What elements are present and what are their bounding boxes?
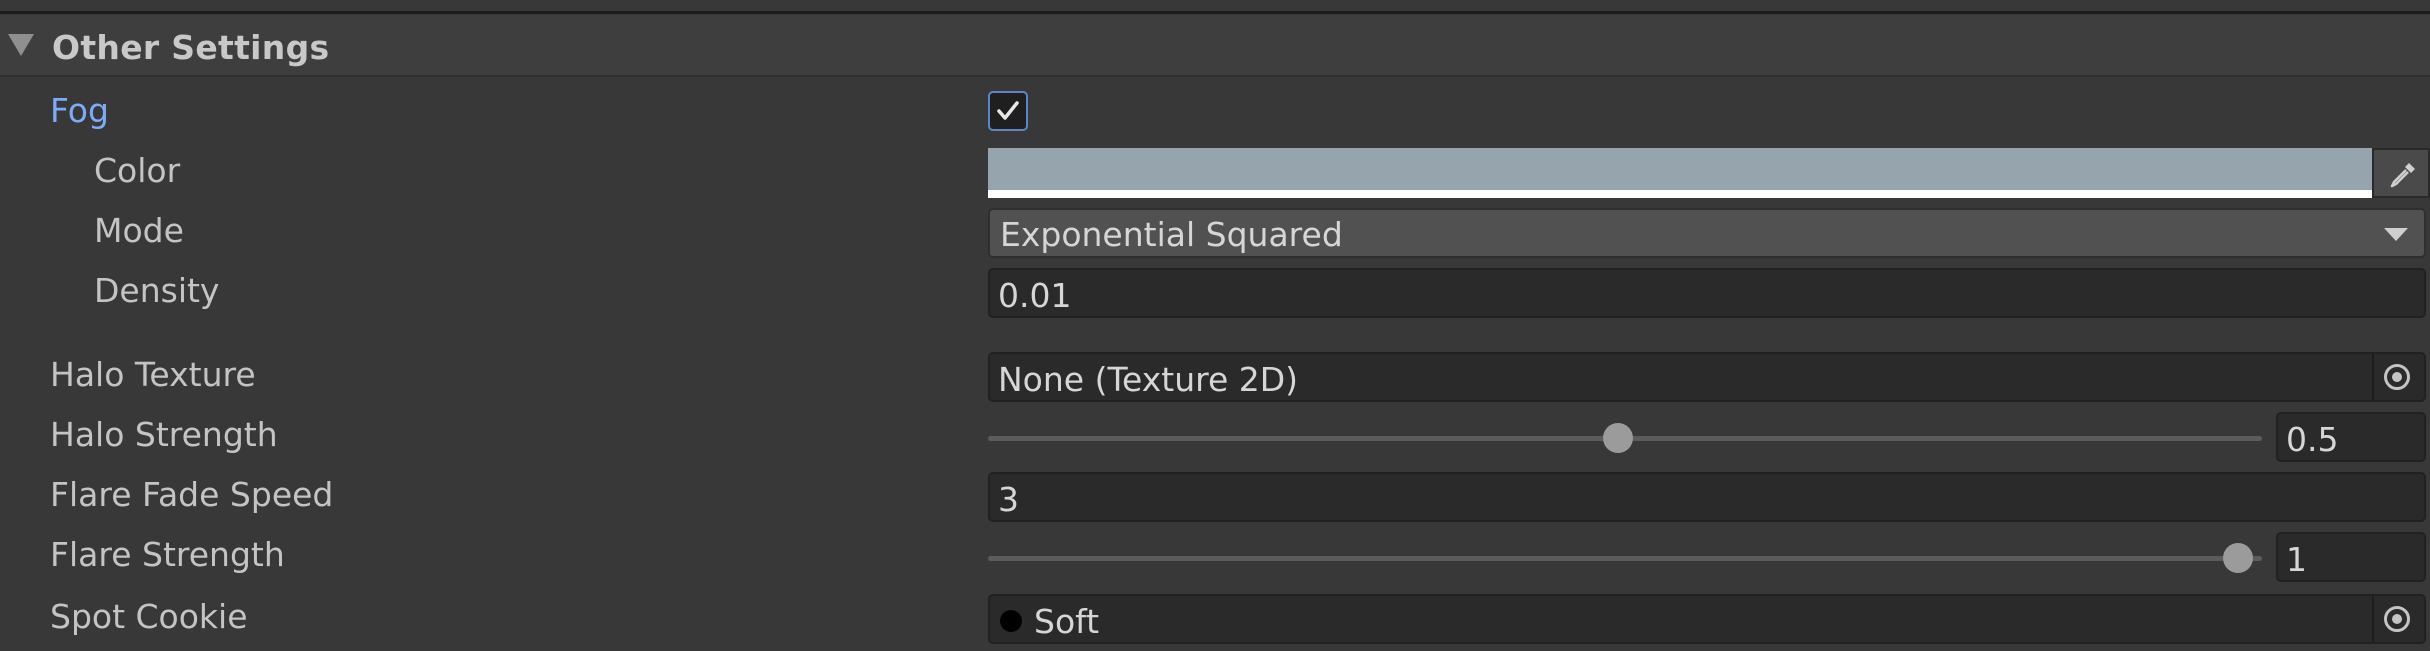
eyedropper-button[interactable]	[2372, 148, 2430, 198]
halo-strength-label: Halo Strength	[50, 415, 278, 454]
fog-density-row: Density 0.01	[0, 268, 2430, 320]
spot-cookie-value: Soft	[1034, 602, 1100, 641]
object-picker-dot	[2392, 614, 2402, 624]
halo-texture-picker-button[interactable]	[2372, 354, 2424, 400]
fog-color-field[interactable]	[988, 148, 2372, 198]
halo-strength-slider-thumb[interactable]	[1603, 423, 1633, 453]
fog-row: Fog	[0, 88, 2430, 138]
halo-strength-value: 0.5	[2286, 420, 2339, 459]
flare-strength-row: Flare Strength 1	[0, 532, 2430, 584]
halo-texture-label: Halo Texture	[50, 355, 256, 394]
triangle-down-icon[interactable]	[8, 34, 34, 56]
flare-fade-speed-label: Flare Fade Speed	[50, 475, 334, 514]
mode-label: Mode	[94, 211, 184, 250]
chevron-down-icon	[2384, 228, 2408, 241]
fog-color-row: Color	[0, 148, 2430, 198]
density-label: Density	[94, 271, 220, 310]
flare-fade-speed-row: Flare Fade Speed 3	[0, 472, 2430, 524]
flare-strength-slider-thumb[interactable]	[2223, 543, 2253, 573]
cookie-thumbnail	[1000, 610, 1022, 632]
flare-fade-speed-input[interactable]: 3	[988, 472, 2426, 522]
spot-cookie-label: Spot Cookie	[50, 597, 248, 636]
flare-fade-speed-value: 3	[998, 480, 1019, 519]
checkmark-icon	[997, 101, 1019, 120]
object-picker-dot	[2392, 372, 2402, 382]
fog-label: Fog	[50, 91, 109, 130]
halo-texture-row: Halo Texture None (Texture 2D)	[0, 352, 2430, 404]
halo-strength-input[interactable]: 0.5	[2276, 412, 2426, 462]
spot-cookie-picker-button[interactable]	[2372, 596, 2424, 642]
fog-checkbox[interactable]	[988, 91, 1028, 131]
spot-cookie-field[interactable]: Soft	[988, 594, 2426, 644]
halo-texture-field[interactable]: None (Texture 2D)	[988, 352, 2426, 402]
eyedropper-icon	[2390, 163, 2415, 188]
fog-mode-row: Mode Exponential Squared	[0, 208, 2430, 258]
flare-strength-input[interactable]: 1	[2276, 532, 2426, 582]
panel-top-divider	[0, 0, 2430, 14]
section-title: Other Settings	[52, 28, 330, 67]
inspector-panel: Other Settings Fog Color Mode Exponentia…	[0, 0, 2430, 651]
flare-strength-value: 1	[2286, 540, 2307, 579]
color-label: Color	[94, 151, 181, 190]
fog-mode-dropdown[interactable]: Exponential Squared	[988, 208, 2426, 258]
halo-texture-value: None (Texture 2D)	[998, 360, 1299, 399]
halo-strength-row: Halo Strength 0.5	[0, 412, 2430, 464]
other-settings-header[interactable]: Other Settings	[0, 15, 2430, 77]
fog-mode-value: Exponential Squared	[1000, 215, 1343, 254]
spot-cookie-row: Spot Cookie Soft	[0, 594, 2430, 646]
fog-density-value: 0.01	[998, 276, 1072, 315]
flare-strength-slider-track[interactable]	[988, 556, 2262, 561]
flare-strength-label: Flare Strength	[50, 535, 285, 574]
fog-density-input[interactable]: 0.01	[988, 268, 2426, 318]
